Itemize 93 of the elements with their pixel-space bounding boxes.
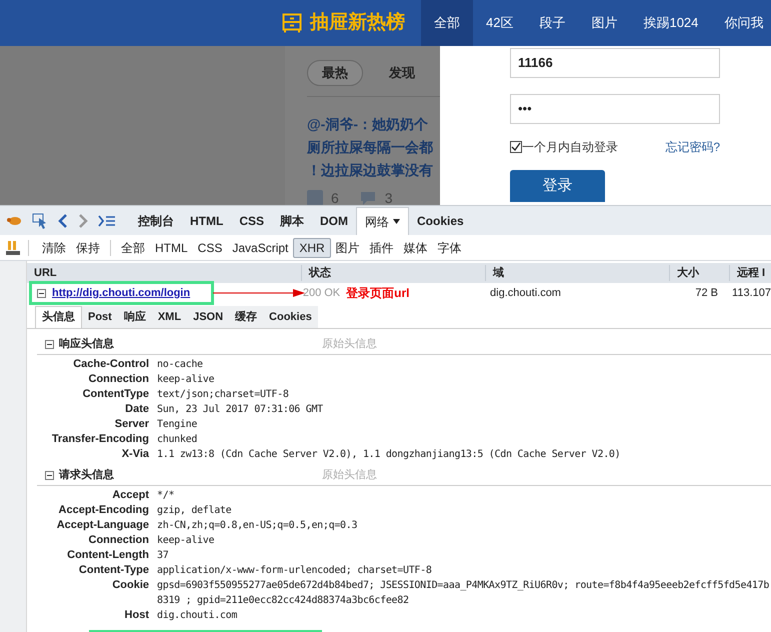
password-field[interactable]: ••• (510, 94, 720, 124)
nav-link[interactable]: 挨踢1024 (630, 0, 712, 46)
header-value: no-cache (156, 358, 203, 372)
domain-text: dig.chouti.com (489, 286, 562, 301)
header-name: Content-Type (78, 563, 149, 578)
filter-toggle[interactable]: 插件 (364, 238, 399, 258)
header-name: Cookie (111, 578, 149, 593)
filter-toggle[interactable]: 图片 (330, 238, 365, 258)
panel-tab[interactable]: 控制台 (130, 207, 182, 235)
remember-label[interactable]: 一个月内自动登录 (522, 138, 618, 156)
column-header[interactable]: 状态 (301, 264, 485, 282)
filter-toggle[interactable]: CSS (192, 238, 228, 258)
header-name: Accept-Encoding (58, 503, 149, 518)
header-name: Server (114, 417, 149, 432)
column-header[interactable]: 远程 I (729, 264, 771, 282)
column-header[interactable]: 域 (485, 264, 669, 282)
header-value: chunked (156, 433, 198, 447)
feed-tab[interactable]: 最热 (307, 60, 363, 86)
header-value: gzip, deflate (156, 504, 232, 518)
detail-tab[interactable]: Cookies (263, 306, 318, 328)
collapse-icon[interactable] (45, 471, 54, 480)
nav-link[interactable]: 段子 (526, 0, 578, 46)
detail-tab[interactable]: JSON (187, 306, 230, 328)
header-name: Cache-Control (72, 357, 149, 372)
header-name: Date (124, 402, 149, 417)
nav-link[interactable]: 42区 (473, 0, 526, 46)
dropdown-caret-icon (393, 219, 400, 224)
request-url-link[interactable]: http://dig.chouti.com/login (52, 284, 190, 302)
filter-toggle[interactable]: JavaScript (227, 238, 294, 258)
nav-link[interactable]: 图片 (578, 0, 630, 46)
bug-icon[interactable] (6, 214, 22, 228)
collapse-icon[interactable] (45, 340, 54, 349)
filter-toggle[interactable]: 字体 (432, 238, 467, 258)
filter-toggle[interactable]: 媒体 (398, 238, 433, 258)
detail-tab[interactable]: 缓存 (229, 306, 264, 328)
header-name: Accept-Language (56, 518, 149, 533)
header-name: Content-Length (66, 548, 149, 563)
forgot-password-link[interactable]: 忘记密码? (665, 138, 720, 156)
username-field[interactable]: 11166 (510, 48, 720, 78)
inspect-pointer-icon[interactable] (32, 213, 48, 229)
header-name: ContentType (82, 387, 149, 402)
header-name: X-Via (120, 447, 149, 462)
status-text: 200 OK (302, 286, 340, 301)
like-count: 6 (331, 188, 339, 205)
remember-checkbox[interactable] (510, 141, 522, 153)
toolbar-action[interactable]: 保持 (71, 238, 105, 256)
header-value: keep-alive (156, 534, 214, 548)
column-header[interactable]: URL (27, 264, 301, 282)
url-annotation: 登录页面url (346, 285, 410, 302)
header-name: Connection (88, 533, 149, 548)
panel-tab[interactable]: 脚本 (272, 207, 312, 235)
toolbar-action[interactable]: 清除 (37, 238, 71, 256)
header-value: 1.1 zw13:8 (Cdn Cache Server V2.0), 1.1 dongzhanjiang13:5 (Cdn Cache Server V2.0) (156, 448, 620, 462)
login-button[interactable]: 登录 (510, 170, 605, 202)
header-name: Transfer-Encoding (50, 432, 149, 447)
header-name: Connection (88, 372, 149, 387)
collapse-icon[interactable] (37, 288, 46, 298)
header-value: zh-CN,zh;q=0.8,en-US;q=0.5,en;q=0.3 (156, 519, 358, 533)
remote-ip-text: 113.107 (731, 286, 771, 301)
header-value: Sun, 23 Jul 2017 07:31:06 GMT (156, 403, 323, 417)
filter-toggle[interactable]: 全部 (116, 238, 150, 258)
nav-link[interactable]: 你问我 (711, 0, 771, 46)
panel-tab[interactable]: 网络 (356, 207, 410, 235)
detail-tab[interactable]: 响应 (118, 306, 152, 328)
panel-tab[interactable]: Cookies (409, 207, 472, 235)
header-value: text/json;charset=UTF-8 (156, 388, 289, 402)
filter-toggle[interactable]: XHR (293, 238, 331, 258)
nav-link[interactable]: 全部 (421, 0, 473, 46)
detail-tab[interactable]: XML (152, 306, 188, 328)
site-logo-text[interactable]: 抽屉新热榜 (310, 8, 405, 38)
column-header[interactable]: 大小 (669, 264, 729, 282)
section-title[interactable]: 请求头信息 (59, 467, 317, 484)
header-value: dig.chouti.com (156, 609, 238, 623)
filter-toggle[interactable]: HTML (150, 238, 193, 258)
header-value: keep-alive (156, 373, 214, 387)
header-name: Host (124, 608, 149, 623)
header-value: Tengine (156, 418, 198, 432)
header-name: Accept (111, 488, 149, 503)
panel-tab[interactable]: CSS (231, 207, 272, 235)
command-line-icon[interactable] (98, 215, 116, 227)
xhr-breakpoint-icon[interactable] (6, 240, 20, 256)
comment-count: 3 (384, 188, 393, 205)
header-value: application/x-www-form-urlencoded; charset=UTF-8 (156, 564, 432, 578)
feed-tab[interactable]: 发现 (375, 61, 429, 84)
detail-tab[interactable]: Post (82, 306, 118, 328)
header-value: */* (156, 489, 174, 503)
panel-tab[interactable]: HTML (182, 207, 232, 235)
size-text: 72 B (694, 286, 720, 301)
header-value: 37 (156, 549, 168, 563)
detail-tab[interactable]: 头信息 (35, 306, 82, 328)
section-title[interactable]: 响应头信息 (59, 336, 317, 353)
panel-tab[interactable]: DOM (312, 207, 356, 235)
drawer-logo-icon (282, 13, 302, 33)
